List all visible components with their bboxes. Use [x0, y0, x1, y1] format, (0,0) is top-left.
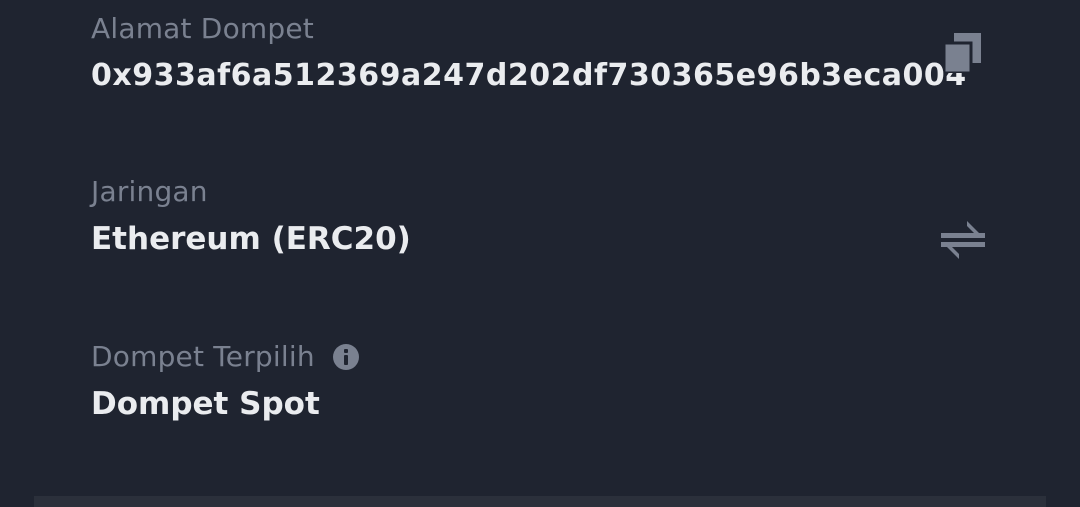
network-row[interactable]: Jaringan Ethereum (ERC20) [91, 178, 1080, 255]
selected-wallet-row: Dompet Terpilih Dompet Spot [91, 343, 1080, 420]
wallet-address-row: Alamat Dompet 0x933af6a512369a247d202df7… [91, 15, 1080, 91]
copy-icon[interactable] [944, 33, 981, 73]
wallet-address-value: 0x933af6a512369a247d202df730365e96b3eca0… [91, 58, 967, 93]
network-value: Ethereum (ERC20) [91, 221, 411, 257]
swap-arrows-icon[interactable] [941, 221, 985, 259]
network-label: Jaringan [91, 175, 208, 208]
bottom-panel-edge [34, 496, 1046, 507]
selected-wallet-label: Dompet Terpilih [91, 340, 315, 373]
wallet-address-label: Alamat Dompet [91, 12, 314, 45]
info-icon[interactable] [332, 344, 359, 370]
deposit-details-panel: Alamat Dompet 0x933af6a512369a247d202df7… [0, 0, 1080, 507]
selected-wallet-label-group: Dompet Terpilih [91, 343, 1080, 371]
selected-wallet-value: Dompet Spot [91, 386, 320, 422]
